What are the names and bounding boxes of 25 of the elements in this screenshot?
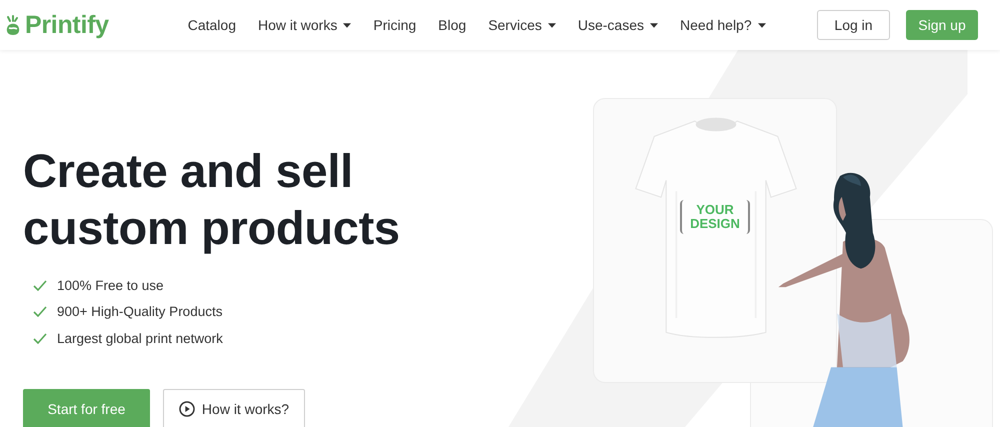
nav-link[interactable]: Pricing (362, 17, 428, 33)
caret-icon (758, 22, 766, 28)
check-icon (33, 280, 47, 291)
check-icon (33, 332, 47, 344)
nav-link[interactable]: Catalog (176, 17, 247, 33)
feature-text: Largest global print network (57, 330, 223, 346)
play-icon (178, 400, 195, 416)
how-it-works-button[interactable]: How it works? (163, 388, 305, 427)
nav-link[interactable]: Use-cases (566, 17, 670, 33)
logo-text: Printify (25, 10, 109, 40)
nav-link[interactable]: Blog (427, 17, 478, 33)
nav-link[interactable]: Need help? (669, 17, 777, 33)
login-button[interactable]: Log in (817, 10, 890, 40)
feature-text: 900+ High-Quality Products (57, 304, 222, 320)
hero-heading: Create and sell custom products (23, 143, 401, 256)
nav-link[interactable]: How it works (247, 17, 362, 33)
design-text: DESIGN (690, 217, 740, 231)
design-text: YOUR (696, 203, 734, 217)
caret-icon (343, 22, 352, 28)
nav-link[interactable]: Services (477, 17, 567, 33)
feature-text: 100% Free to use (57, 278, 164, 293)
caret-icon (650, 22, 658, 28)
caret-icon (548, 22, 556, 28)
logo-icon (4, 14, 22, 36)
check-icon (33, 306, 47, 318)
